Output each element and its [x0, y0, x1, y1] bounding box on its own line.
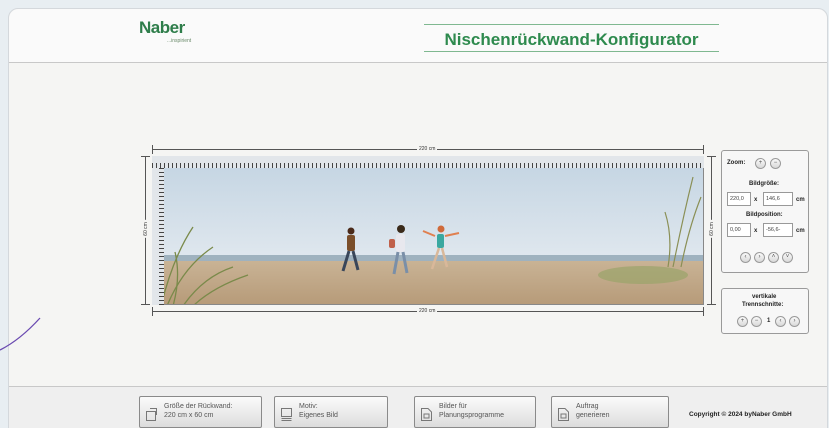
add-separator-button[interactable]: + — [737, 316, 748, 327]
images-for-planning-line2: Planungsprogramme — [439, 412, 504, 419]
wall-size-line2: 220 cm x 60 cm — [164, 412, 214, 419]
header: Naber ...inspirient Nischenrückwand-Konf… — [9, 9, 827, 63]
move-left-button[interactable]: ‹ — [740, 252, 751, 263]
wall-size-button-text: Größe der Rückwand: 220 cm x 60 cm — [164, 402, 232, 420]
move-right-button[interactable]: › — [754, 252, 765, 263]
motif-line1: Motiv: — [299, 403, 318, 410]
generate-order-button[interactable]: Auftrag generieren — [551, 396, 669, 428]
footer: Größe der Rückwand: 220 cm x 60 cm Motiv… — [9, 386, 827, 428]
vertical-ruler — [152, 168, 164, 305]
position-unit: cm — [796, 228, 805, 234]
page-title: Nischenrückwand-Konfigurator — [444, 30, 699, 49]
position-y-input[interactable]: -56,6- — [763, 223, 793, 237]
images-for-planning-button[interactable]: Bilder für Planungsprogramme — [414, 396, 536, 428]
image-width-input[interactable]: 220,0 — [727, 192, 751, 206]
top-dimension-tick-left — [152, 145, 153, 154]
logo-tagline: ...inspirient — [167, 38, 192, 44]
wall-size-button[interactable]: Größe der Rückwand: 220 cm x 60 cm — [139, 396, 262, 428]
app-card: Naber ...inspirient Nischenrückwand-Konf… — [8, 8, 828, 428]
copyright-text: Copyright © 2024 byNaber GmbH — [689, 411, 792, 418]
horizontal-ruler — [152, 156, 704, 168]
decorative-curve — [0, 317, 41, 351]
image-icon — [281, 408, 292, 421]
logo-wordmark: Naber — [139, 18, 185, 37]
separator-label-line1: vertikale — [752, 294, 777, 300]
left-dimension-tick-bottom — [141, 304, 150, 305]
resize-icon — [146, 408, 157, 421]
generate-order-line2: generieren — [576, 412, 610, 419]
move-down-button[interactable]: ˅ — [782, 252, 793, 263]
images-for-planning-line1: Bilder für — [439, 403, 468, 410]
width-label-top: 220 cm — [417, 146, 438, 152]
beach-photo — [153, 157, 703, 304]
right-dimension-tick-bottom — [707, 304, 716, 305]
document-icon — [558, 408, 569, 421]
position-x-input[interactable]: 0,00 — [727, 223, 751, 237]
page: Naber ...inspirient Nischenrückwand-Konf… — [0, 0, 829, 428]
motif-button-text: Motiv: Eigenes Bild — [299, 402, 338, 420]
naber-logo[interactable]: Naber ...inspirient — [139, 18, 191, 45]
height-label-right: 60 cm — [708, 220, 715, 238]
zoom-out-button[interactable]: − — [770, 158, 781, 169]
move-up-button[interactable]: ˄ — [768, 252, 779, 263]
bildposition-label: Bildposition: — [746, 212, 783, 218]
zoom-in-button[interactable]: + — [755, 158, 766, 169]
separator-label-line2: Trennschnitte: — [742, 302, 784, 308]
size-times-sign: x — [754, 197, 758, 203]
position-times-sign: x — [754, 228, 758, 234]
wall-preview-image[interactable] — [152, 156, 704, 305]
zoom-size-panel: Zoom: + − Bildgröße: 220,0 x 146,6 cm Bi… — [721, 150, 809, 273]
next-separator-button[interactable]: › — [789, 316, 800, 327]
separator-panel: vertikale Trennschnitte: + − 1 ‹ › — [721, 288, 809, 334]
remove-separator-button[interactable]: − — [751, 316, 762, 327]
separator-count: 1 — [767, 318, 771, 324]
document-icon — [421, 408, 432, 421]
images-for-planning-button-text: Bilder für Planungsprogramme — [439, 402, 504, 420]
wall-size-line1: Größe der Rückwand: — [164, 403, 233, 410]
bottom-dimension-tick-right — [703, 307, 704, 316]
size-unit: cm — [796, 197, 805, 203]
generate-order-line1: Auftrag — [576, 403, 599, 410]
title-box: Nischenrückwand-Konfigurator — [424, 24, 719, 52]
motif-line2: Eigenes Bild — [299, 412, 338, 419]
height-label-left: 60 cm — [142, 220, 149, 238]
right-dimension-tick-top — [707, 156, 716, 157]
bottom-dimension-tick-left — [152, 307, 153, 316]
width-label-bottom: 220 cm — [417, 308, 438, 314]
generate-order-button-text: Auftrag generieren — [576, 402, 609, 420]
previous-separator-button[interactable]: ‹ — [775, 316, 786, 327]
image-height-input[interactable]: 146,6 — [763, 192, 793, 206]
configurator-canvas: 220 cm 220 cm 60 cm 60 cm Zoom: + − Bild… — [9, 64, 827, 386]
top-dimension-tick-right — [703, 145, 704, 154]
left-dimension-tick-top — [141, 156, 150, 157]
motif-button[interactable]: Motiv: Eigenes Bild — [274, 396, 388, 428]
zoom-label: Zoom: — [727, 160, 746, 166]
bildgroesse-label: Bildgröße: — [749, 181, 779, 187]
